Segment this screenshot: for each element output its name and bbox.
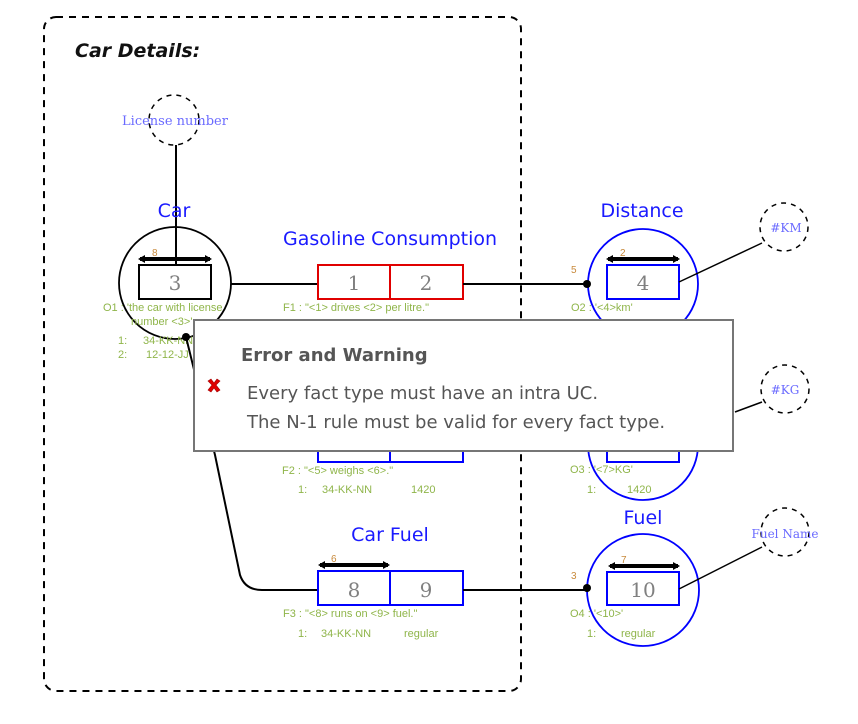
port-label-fuel: 3 [571, 571, 577, 582]
connector-fuel-name [678, 546, 763, 590]
role-number-8: 8 [348, 578, 361, 602]
connector-dot-distance [583, 280, 591, 288]
error-warning-tooltip: Error and Warning Every fact type must h… [193, 305, 734, 452]
ref-mode-kg: #KG [771, 383, 800, 397]
role-number-4: 4 [637, 271, 650, 295]
ref-mode-fuel-name: Fuel Name [752, 527, 819, 541]
uc-label-distance: 2 [620, 248, 626, 259]
population-row-label: 1: [298, 484, 307, 496]
population-value: regular [621, 628, 656, 640]
object-type-desc-car-2: number <3>' [131, 316, 192, 328]
tooltip-message: Every fact type must have an intra UC. [247, 383, 599, 404]
population-value: 12-12-JJ [146, 349, 189, 361]
object-type-name-fuel: Fuel [624, 507, 663, 529]
population-row-label: 1: [587, 628, 596, 640]
population-row-label: 1: [587, 484, 596, 496]
object-type-desc-distance: O2 : '<4>km' [571, 302, 633, 314]
port-label-distance: 5 [571, 265, 577, 276]
population-value: regular [404, 628, 439, 640]
fact-type-desc-gasoline: F1 : "<1> drives <2> per litre." [283, 302, 429, 314]
population-value: 34-KK-NN [322, 484, 372, 496]
population-row-label: 1: [298, 628, 307, 640]
role-number-1: 1 [348, 271, 361, 295]
population-value: 1420 [627, 484, 651, 496]
tooltip-title: Error and Warning [241, 345, 428, 366]
fact-type-name-carfuel: Car Fuel [351, 524, 429, 546]
uc-label-fuel: 7 [621, 555, 627, 566]
fact-type-name-gasoline: Gasoline Consumption [283, 228, 497, 250]
object-type-desc-weight: O3 : '<7>KG' [570, 464, 633, 476]
connector-dot-fuel [583, 584, 591, 592]
object-type-name-car: Car [158, 200, 191, 222]
object-type-name-distance: Distance [600, 200, 683, 222]
role-number-9: 9 [420, 578, 433, 602]
population-value: 1420 [411, 484, 435, 496]
role-number-2: 2 [420, 271, 433, 295]
fact-type-desc-carfuel: F3 : "<8> runs on <9> fuel." [283, 608, 417, 620]
connector-weight-kg [734, 401, 763, 413]
role-number-10: 10 [630, 578, 655, 602]
population-row-label: 2: [118, 349, 127, 361]
uc-label-carfuel: 6 [331, 554, 337, 565]
population-row-label: 1: [118, 335, 127, 347]
fact-type-desc-weighs: F2 : "<5> weighs <6>." [282, 465, 393, 477]
error-x-icon [207, 378, 221, 393]
uc-label-car: 8 [152, 248, 158, 259]
group-title: Car Details: [75, 40, 200, 62]
object-type-desc-fuel: O4 : '<10>' [570, 608, 623, 620]
connector-distance-km [678, 242, 763, 283]
ref-mode-license-number: License number [122, 114, 229, 129]
tooltip-message: The N-1 rule must be valid for every fac… [247, 412, 666, 433]
object-type-desc-car: O1 : 'the car with license [103, 302, 223, 314]
uc-arrow-left [138, 255, 145, 263]
uc-arrow-right [205, 255, 212, 263]
role-number-3: 3 [169, 271, 182, 295]
population-value: 34-KK-NN [321, 628, 371, 640]
ref-mode-km: #KM [770, 221, 801, 235]
